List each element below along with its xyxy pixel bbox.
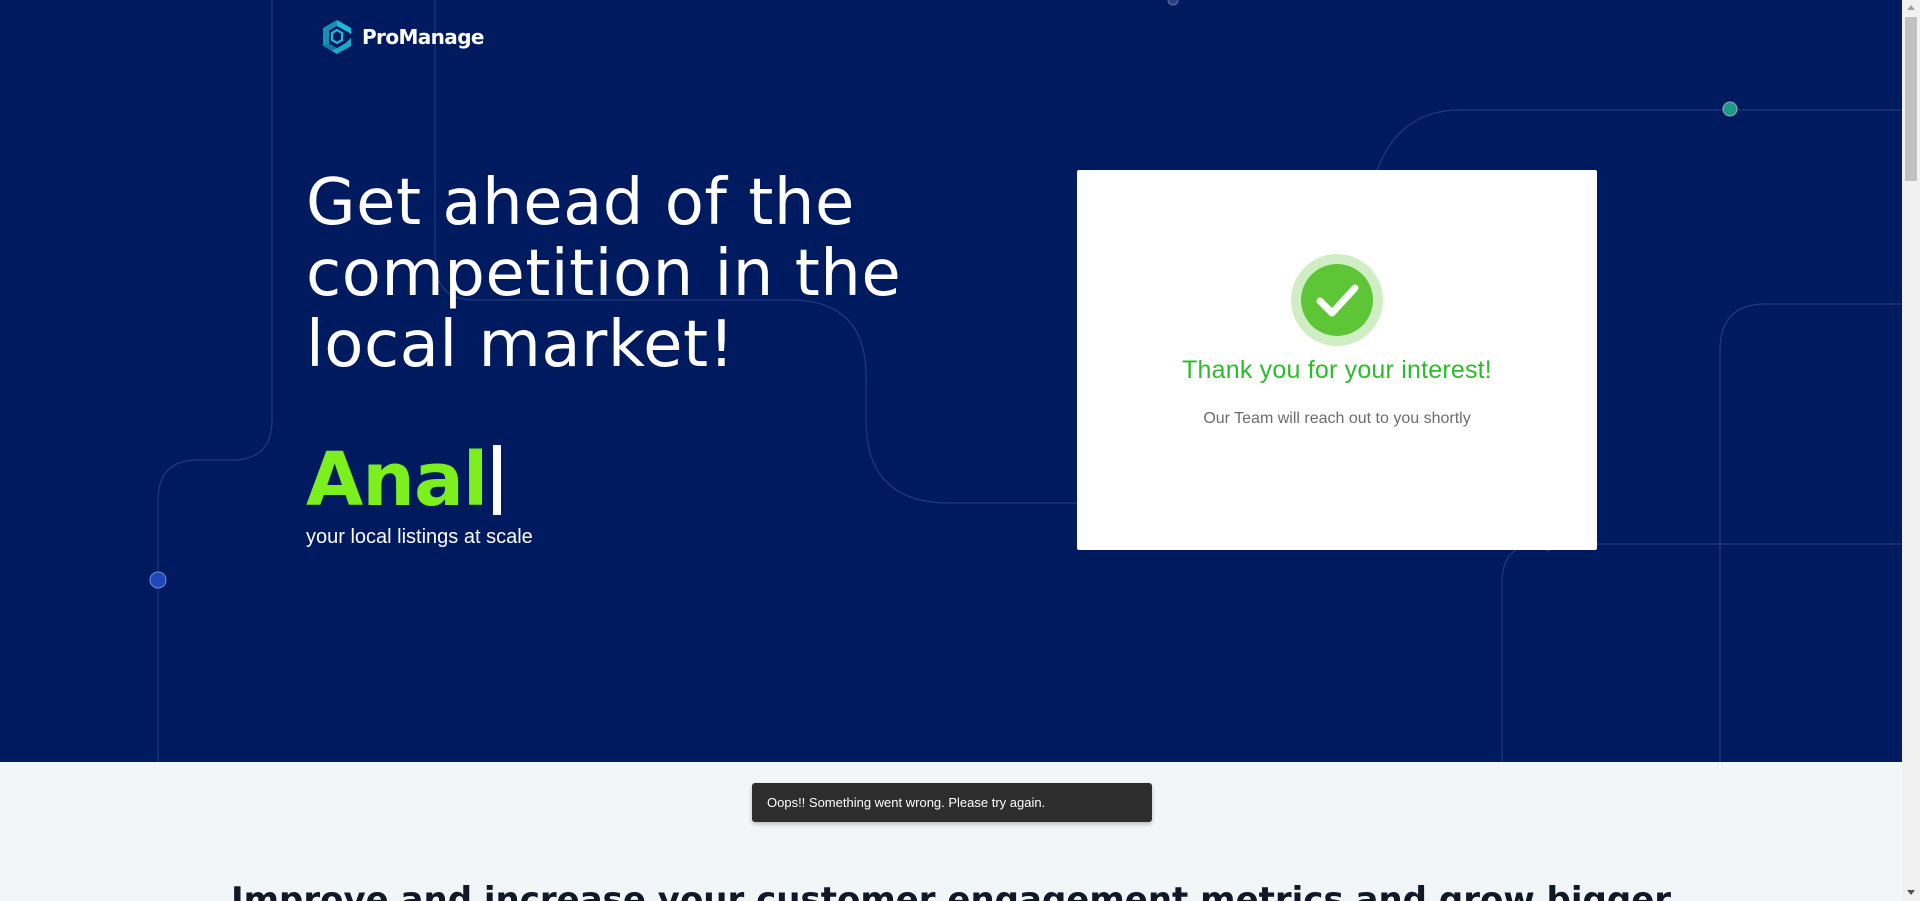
section-heading: Improve and increase your customer engag… xyxy=(230,880,1672,901)
decorative-circuit-lines xyxy=(149,0,1902,762)
hero-subline: your local listings at scale xyxy=(306,526,533,548)
scrollbar-thumb[interactable] xyxy=(1905,17,1917,181)
confirmation-card: Thank you for your interest! Our Team wi… xyxy=(1077,170,1597,550)
hero-section: ProManage Get ahead of the competition i… xyxy=(0,0,1902,762)
typed-text-row: Anal xyxy=(306,437,502,523)
brand-name: ProManage xyxy=(362,25,484,49)
error-toast: Oops!! Something went wrong. Please try … xyxy=(752,783,1152,822)
hero-headline: Get ahead of the competition in the loca… xyxy=(306,166,902,382)
confirmation-title: Thank you for your interest! xyxy=(1182,356,1492,384)
scroll-down-arrow-icon[interactable] xyxy=(1907,890,1915,895)
confirmation-message: Our Team will reach out to you shortly xyxy=(1203,410,1471,427)
promanage-logo-icon xyxy=(323,20,351,54)
brand-logo[interactable]: ProManage xyxy=(318,18,484,56)
check-circle-icon xyxy=(1291,254,1383,346)
typing-cursor xyxy=(493,445,502,515)
scroll-up-arrow-icon[interactable] xyxy=(1907,5,1915,10)
typed-word: Anal xyxy=(306,437,488,523)
page-scrollbar[interactable] xyxy=(1902,0,1920,901)
